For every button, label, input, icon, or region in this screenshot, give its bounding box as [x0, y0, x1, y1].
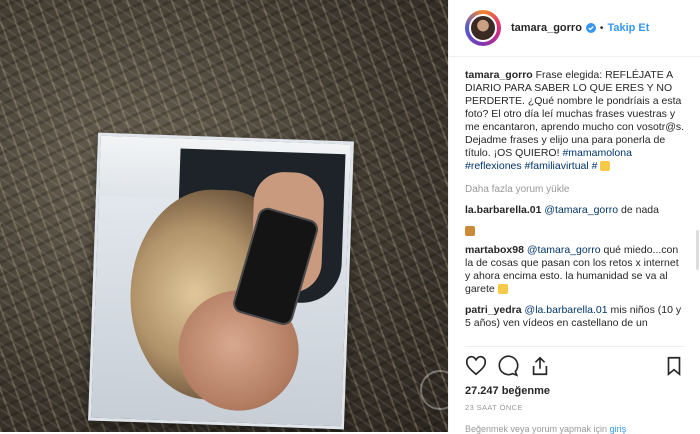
share-icon[interactable] [529, 355, 551, 377]
bookmark-icon[interactable] [663, 355, 685, 377]
header-username[interactable]: tamara_gorro [511, 22, 582, 34]
comment-username[interactable]: martabox98 [465, 244, 524, 256]
caption-username[interactable]: tamara_gorro [465, 69, 533, 81]
emoji-icon [600, 161, 611, 172]
avatar[interactable] [465, 10, 501, 46]
caption: tamara_gorro Frase elegida: REFLÉJATE A … [465, 69, 685, 173]
comment-mention[interactable]: @la.barbarella.01 [525, 304, 608, 316]
caption-hashtag-tail[interactable]: # [592, 160, 598, 172]
comment-text: de nada [621, 204, 659, 216]
likes-count[interactable]: 27.247 beğenme [465, 385, 550, 397]
emoji-icon [465, 226, 475, 237]
login-link[interactable]: giriş [610, 424, 627, 434]
separator-dot: • [599, 22, 604, 34]
comment-username[interactable]: la.barbarella.01 [465, 204, 541, 216]
caption-text: Frase elegida: REFLÉJATE A DIARIO PARA S… [465, 69, 685, 159]
login-prompt-text: Beğenmek veya yorum yapmak için [465, 424, 608, 434]
post-timestamp: 23 SAAT ÖNCE [465, 403, 523, 412]
emoji-icon [497, 284, 508, 295]
comment: martabox98 @tamara_gorro qué miedo...con… [465, 244, 685, 296]
comment-bubble-icon[interactable] [497, 355, 519, 377]
post-sidebar: tamara_gorro • Takip Et tamara_gorro Fra… [448, 0, 700, 434]
comments-scrollbar[interactable] [696, 230, 699, 270]
watermark-logo [420, 370, 448, 410]
action-bar [465, 346, 685, 379]
comment-username[interactable]: patri_yedra [465, 304, 522, 316]
follow-button[interactable]: Takip Et [607, 22, 649, 34]
comment-mention[interactable]: @tamara_gorro [527, 244, 601, 256]
comment-mention[interactable]: @tamara_gorro [544, 204, 618, 216]
comment: la.barbarella.01 @tamara_gorro de nada [465, 204, 685, 217]
comments-list[interactable]: tamara_gorro Frase elegida: REFLÉJATE A … [449, 57, 700, 345]
post-photo[interactable] [0, 0, 448, 432]
post-header: tamara_gorro • Takip Et [449, 0, 700, 57]
load-more-comments-button[interactable]: Daha fazla yorum yükle [465, 183, 685, 196]
login-prompt: Beğenmek veya yorum yapmak için giriş [465, 424, 626, 434]
heart-icon[interactable] [465, 355, 487, 377]
mirror-reflection [88, 132, 354, 430]
comment: patri_yedra @la.barbarella.01 mis niños … [465, 304, 685, 330]
verified-badge-icon [585, 23, 596, 33]
